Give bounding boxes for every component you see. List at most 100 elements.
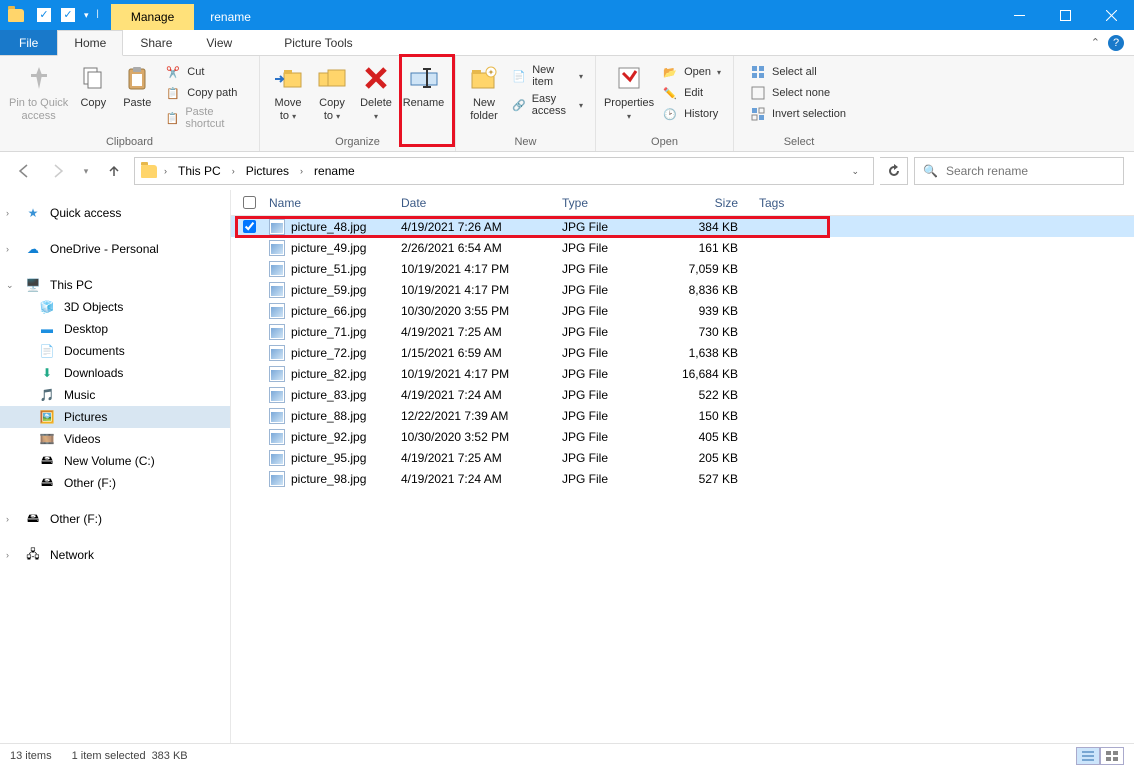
crumb-this-pc[interactable]: This PC bbox=[172, 161, 227, 181]
search-icon: 🔍 bbox=[923, 164, 938, 178]
tab-share[interactable]: Share bbox=[123, 30, 189, 55]
view-details-button[interactable] bbox=[1076, 747, 1100, 765]
new-folder-label: New folder bbox=[470, 97, 498, 123]
select-all-checkbox[interactable] bbox=[243, 196, 256, 209]
select-all-button[interactable]: Select all bbox=[744, 62, 852, 82]
file-row[interactable]: picture_51.jpg10/19/2021 4:17 PMJPG File… bbox=[231, 258, 1134, 279]
refresh-button[interactable] bbox=[880, 157, 908, 185]
chevron-icon[interactable]: › bbox=[161, 163, 170, 179]
nav-downloads[interactable]: ⬇Downloads bbox=[0, 362, 230, 384]
new-folder-button[interactable]: ✦ New folder bbox=[462, 60, 506, 125]
open-group-label: Open bbox=[596, 136, 733, 151]
back-button[interactable] bbox=[10, 157, 38, 185]
nav-label: New Volume (C:) bbox=[64, 454, 155, 468]
nav-label: 3D Objects bbox=[64, 300, 123, 314]
file-row[interactable]: picture_95.jpg4/19/2021 7:25 AMJPG File2… bbox=[231, 447, 1134, 468]
tab-view[interactable]: View bbox=[189, 30, 249, 55]
file-row[interactable]: picture_82.jpg10/19/2021 4:17 PMJPG File… bbox=[231, 363, 1134, 384]
nav-this-pc[interactable]: ⌄🖥️This PC bbox=[0, 274, 230, 296]
rename-button[interactable]: Rename bbox=[398, 60, 449, 112]
paste-button[interactable]: Paste bbox=[115, 60, 159, 112]
col-type[interactable]: Type bbox=[554, 190, 671, 215]
col-date[interactable]: Date bbox=[393, 190, 554, 215]
col-tags[interactable]: Tags bbox=[751, 190, 1134, 215]
forward-button[interactable] bbox=[44, 157, 72, 185]
copy-path-button[interactable]: 📋Copy path bbox=[159, 83, 253, 103]
nav-desktop[interactable]: ▬Desktop bbox=[0, 318, 230, 340]
jpg-file-icon bbox=[269, 429, 285, 445]
file-row[interactable]: picture_92.jpg10/30/2020 3:52 PMJPG File… bbox=[231, 426, 1134, 447]
file-row[interactable]: picture_72.jpg1/15/2021 6:59 AMJPG File1… bbox=[231, 342, 1134, 363]
cut-label: Cut bbox=[187, 66, 204, 78]
help-icon[interactable]: ? bbox=[1108, 35, 1124, 51]
history-button[interactable]: 🕑History bbox=[656, 104, 727, 124]
nav-other-f2[interactable]: ›🖴Other (F:) bbox=[0, 508, 230, 530]
up-button[interactable] bbox=[100, 157, 128, 185]
tab-picture-tools[interactable]: Picture Tools bbox=[267, 30, 369, 55]
row-date-cell: 10/30/2020 3:52 PM bbox=[393, 426, 554, 447]
file-row[interactable]: picture_98.jpg4/19/2021 7:24 AMJPG File5… bbox=[231, 468, 1134, 489]
file-row[interactable]: picture_71.jpg4/19/2021 7:25 AMJPG File7… bbox=[231, 321, 1134, 342]
col-size[interactable]: Size bbox=[671, 190, 751, 215]
recent-dropdown[interactable]: ▾ bbox=[78, 157, 94, 185]
search-box[interactable]: 🔍 bbox=[914, 157, 1124, 185]
select-none-button[interactable]: Select none bbox=[744, 83, 852, 103]
tab-file[interactable]: File bbox=[0, 30, 57, 55]
path-dropdown[interactable]: ⌄ bbox=[841, 160, 869, 183]
crumb-pictures[interactable]: Pictures bbox=[240, 161, 295, 181]
nav-onedrive[interactable]: ›☁OneDrive - Personal bbox=[0, 238, 230, 260]
file-row[interactable]: picture_83.jpg4/19/2021 7:24 AMJPG File5… bbox=[231, 384, 1134, 405]
nav-documents[interactable]: 📄Documents bbox=[0, 340, 230, 362]
nav-pictures[interactable]: 🖼️Pictures bbox=[0, 406, 230, 428]
chevron-icon[interactable]: › bbox=[297, 163, 306, 179]
jpg-file-icon bbox=[269, 303, 285, 319]
open-button[interactable]: 📂Open ▾ bbox=[656, 62, 727, 82]
row-tags-cell bbox=[751, 237, 1134, 258]
row-size-cell: 150 KB bbox=[671, 405, 751, 426]
view-thumbnails-button[interactable] bbox=[1100, 747, 1124, 765]
file-row[interactable]: picture_88.jpg12/22/2021 7:39 AMJPG File… bbox=[231, 405, 1134, 426]
maximize-button[interactable] bbox=[1042, 0, 1088, 30]
nav-other-f1[interactable]: 🖴Other (F:) bbox=[0, 472, 230, 494]
organize-group-label: Organize bbox=[260, 136, 455, 151]
new-item-button[interactable]: 📄New item ▾ bbox=[506, 62, 589, 90]
properties-button[interactable]: Properties▾ bbox=[602, 60, 656, 125]
copy-button[interactable]: Copy bbox=[71, 60, 115, 112]
nav-new-volume[interactable]: 🖴New Volume (C:) bbox=[0, 450, 230, 472]
tab-home[interactable]: Home bbox=[57, 30, 123, 56]
file-row[interactable]: picture_59.jpg10/19/2021 4:17 PMJPG File… bbox=[231, 279, 1134, 300]
nav-quick-access[interactable]: ›★Quick access bbox=[0, 202, 230, 224]
edit-button[interactable]: ✏️Edit bbox=[656, 83, 727, 103]
row-checkbox[interactable] bbox=[243, 220, 256, 233]
nav-videos[interactable]: 🎞️Videos bbox=[0, 428, 230, 450]
easy-access-button[interactable]: 🔗Easy access ▾ bbox=[506, 91, 589, 119]
crumb-rename[interactable]: rename bbox=[308, 161, 361, 181]
qat-dropdown[interactable]: ▾ bbox=[80, 10, 93, 21]
file-row[interactable]: picture_66.jpg10/30/2020 3:55 PMJPG File… bbox=[231, 300, 1134, 321]
row-date-cell: 12/22/2021 7:39 AM bbox=[393, 405, 554, 426]
nav-3d-objects[interactable]: 🧊3D Objects bbox=[0, 296, 230, 318]
qat-new-folder[interactable]: ✓ bbox=[56, 3, 80, 27]
qat-properties[interactable]: ✓ bbox=[32, 3, 56, 27]
file-row[interactable]: picture_49.jpg2/26/2021 6:54 AMJPG File1… bbox=[231, 237, 1134, 258]
paste-shortcut-button[interactable]: 📋Paste shortcut bbox=[159, 104, 253, 132]
col-checkbox[interactable] bbox=[231, 190, 261, 215]
path-box[interactable]: › This PC › Pictures › rename ⌄ bbox=[134, 157, 874, 185]
nav-network[interactable]: ›🖧Network bbox=[0, 544, 230, 566]
copy-to-button[interactable]: Copy to ▾ bbox=[310, 60, 354, 125]
move-to-button[interactable]: Move to ▾ bbox=[266, 60, 310, 125]
file-name: picture_95.jpg bbox=[291, 451, 366, 465]
delete-button[interactable]: Delete▾ bbox=[354, 60, 398, 125]
file-row[interactable]: picture_48.jpg4/19/2021 7:26 AMJPG File3… bbox=[231, 216, 1134, 237]
minimize-button[interactable] bbox=[996, 0, 1042, 30]
collapse-ribbon-icon[interactable]: ⌃ bbox=[1091, 36, 1100, 49]
close-button[interactable] bbox=[1088, 0, 1134, 30]
jpg-file-icon bbox=[269, 366, 285, 382]
pin-to-quick-access-button[interactable]: Pin to Quick access bbox=[6, 60, 71, 125]
nav-music[interactable]: 🎵Music bbox=[0, 384, 230, 406]
col-name[interactable]: Name bbox=[261, 190, 393, 215]
chevron-icon[interactable]: › bbox=[229, 163, 238, 179]
cut-button[interactable]: ✂️Cut bbox=[159, 62, 253, 82]
invert-selection-button[interactable]: Invert selection bbox=[744, 104, 852, 124]
search-input[interactable] bbox=[946, 164, 1115, 178]
